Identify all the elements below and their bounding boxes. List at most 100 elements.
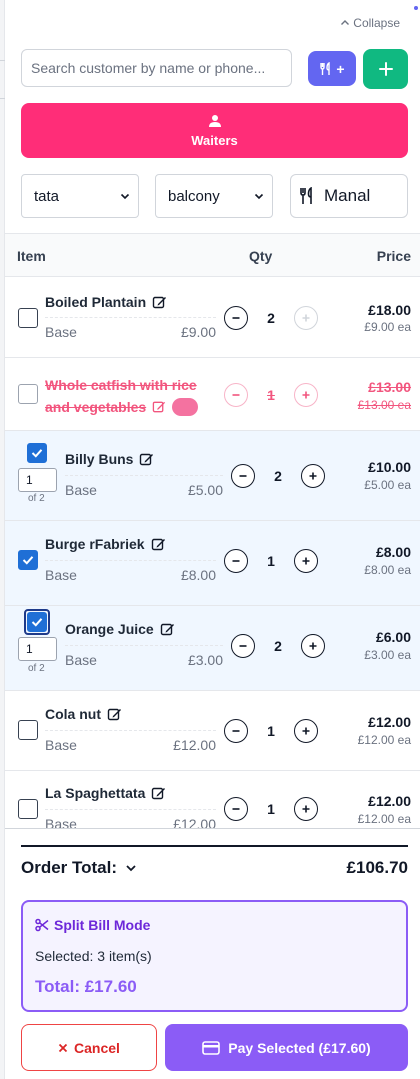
header-qty: Qty	[249, 248, 273, 264]
collapse-button[interactable]: Collapse	[340, 16, 400, 30]
waiters-button[interactable]: Waiters	[21, 103, 408, 158]
decrease-qty-button[interactable]	[224, 306, 248, 330]
staff-selector[interactable]: Manal	[290, 174, 408, 218]
decrease-qty-button[interactable]	[224, 797, 248, 821]
item-unit-price: £12.00 ea	[357, 812, 411, 826]
edit-icon[interactable]	[151, 786, 166, 801]
plus-icon	[302, 557, 310, 565]
item-checkbox[interactable]	[18, 308, 38, 328]
chevron-down-icon	[120, 193, 130, 200]
item-name: Whole catfish with rice and vegetables	[45, 374, 199, 418]
minus-icon	[232, 560, 240, 562]
item-qty: 2	[274, 468, 282, 484]
item-checkbox-checked[interactable]	[27, 612, 47, 632]
order-item-row: Burge rFabriek Base £8.00 1 £8.00 £8.00 …	[5, 521, 420, 606]
header-item: Item	[17, 248, 46, 264]
decrease-qty-button[interactable]	[224, 383, 248, 407]
item-price: £13.00	[368, 379, 411, 395]
item-price: £8.00	[375, 544, 411, 560]
customer-search-input[interactable]	[21, 49, 292, 87]
item-name: Orange Juice	[65, 621, 175, 637]
base-price: £3.00	[187, 652, 223, 668]
chevron-down-icon	[254, 193, 264, 200]
increase-qty-button[interactable]	[301, 464, 325, 488]
collapse-label: Collapse	[353, 16, 400, 30]
base-label: Base	[45, 567, 77, 583]
item-unit-price: £5.00 ea	[364, 478, 411, 492]
minus-icon	[232, 317, 240, 319]
item-name-line2: and vegetables	[45, 399, 147, 415]
increase-qty-button[interactable]	[294, 719, 318, 743]
utensils-icon	[320, 61, 331, 75]
split-of-label: of 2	[28, 493, 45, 504]
staff-name: Manal	[324, 186, 371, 205]
base-price: £9.00	[180, 324, 216, 340]
split-total: Total: £17.60	[35, 977, 137, 996]
item-price: £12.00	[368, 714, 411, 730]
split-selected-count: Selected: 3 item(s)	[35, 948, 152, 964]
edit-icon[interactable]	[139, 452, 154, 467]
item-checkbox-checked[interactable]	[27, 443, 47, 463]
item-qty: 1	[267, 801, 275, 817]
base-price: £8.00	[180, 567, 216, 583]
base-price: £12.00	[173, 816, 216, 829]
check-icon	[31, 618, 43, 627]
plus-icon	[302, 314, 310, 322]
increase-qty-button[interactable]	[294, 383, 318, 407]
item-checkbox-checked[interactable]	[18, 550, 38, 570]
increase-qty-button[interactable]	[294, 797, 318, 821]
split-bill-title-text: Split Bill Mode	[54, 917, 151, 933]
split-bill-title: Split Bill Mode	[35, 917, 150, 933]
edit-icon[interactable]	[152, 295, 167, 310]
plus-icon	[309, 472, 317, 480]
item-unit-price: £13.00 ea	[357, 398, 411, 412]
decrease-qty-button[interactable]	[224, 549, 248, 573]
order-item-row: 1 of 2 Billy Buns Base £5.00 2 £10.00 £5…	[5, 431, 420, 521]
edit-icon[interactable]	[107, 707, 122, 722]
base-label: Base	[45, 737, 77, 753]
order-total-toggle[interactable]: Order Total:	[21, 858, 137, 878]
user-icon	[208, 114, 221, 127]
order-item-row: Cola nut Base £12.00 1 £12.00 £12.00 ea	[5, 691, 420, 771]
chevron-down-icon	[126, 865, 136, 872]
add-table-service-button[interactable]: +	[308, 51, 356, 86]
decrease-qty-button[interactable]	[231, 464, 255, 488]
credit-card-icon	[202, 1040, 221, 1055]
edit-icon[interactable]	[152, 400, 166, 414]
split-qty-input[interactable]: 1	[18, 468, 57, 492]
cancel-button[interactable]: Cancel	[21, 1024, 157, 1071]
edge-divider	[0, 98, 5, 99]
item-checkbox[interactable]	[18, 799, 38, 819]
customer-select-value: tata	[34, 187, 60, 205]
item-checkbox[interactable]	[18, 720, 38, 740]
item-base-line: Base £12.00	[45, 809, 216, 829]
order-item-row: Boiled Plantain Base £9.00 2 £18.00 £9.0…	[5, 277, 420, 358]
item-unit-price: £8.00 ea	[364, 563, 411, 577]
item-name-text: Burge rFabriek	[45, 536, 145, 552]
base-price: £12.00	[173, 737, 216, 753]
pay-selected-button[interactable]: Pay Selected (£17.60)	[165, 1024, 408, 1071]
check-icon	[22, 556, 34, 565]
increase-qty-button[interactable]	[294, 549, 318, 573]
item-base-line: Base £12.00	[45, 730, 216, 753]
item-base-line: Base £8.00	[45, 560, 216, 583]
item-checkbox[interactable]	[18, 384, 38, 404]
plus-icon	[302, 391, 310, 399]
minus-icon	[232, 808, 240, 810]
order-item-row: La Spaghettata Base £12.00 1 £12.00 £12.…	[5, 771, 420, 829]
void-toggle[interactable]	[172, 398, 199, 416]
close-icon	[58, 1043, 68, 1052]
customer-select[interactable]: tata	[21, 174, 139, 218]
decrease-qty-button[interactable]	[231, 634, 255, 658]
edit-icon[interactable]	[151, 537, 166, 552]
table-select[interactable]: balcony	[155, 174, 273, 218]
edge-divider	[0, 60, 5, 61]
total-divider	[21, 845, 408, 847]
split-qty-input[interactable]: 1	[18, 637, 57, 661]
decrease-qty-button[interactable]	[224, 719, 248, 743]
order-item-row-voided: Whole catfish with rice and vegetables 1…	[5, 358, 420, 431]
increase-qty-button[interactable]	[301, 634, 325, 658]
increase-qty-button[interactable]	[294, 306, 318, 330]
add-customer-button[interactable]	[363, 49, 408, 89]
edit-icon[interactable]	[160, 622, 175, 637]
